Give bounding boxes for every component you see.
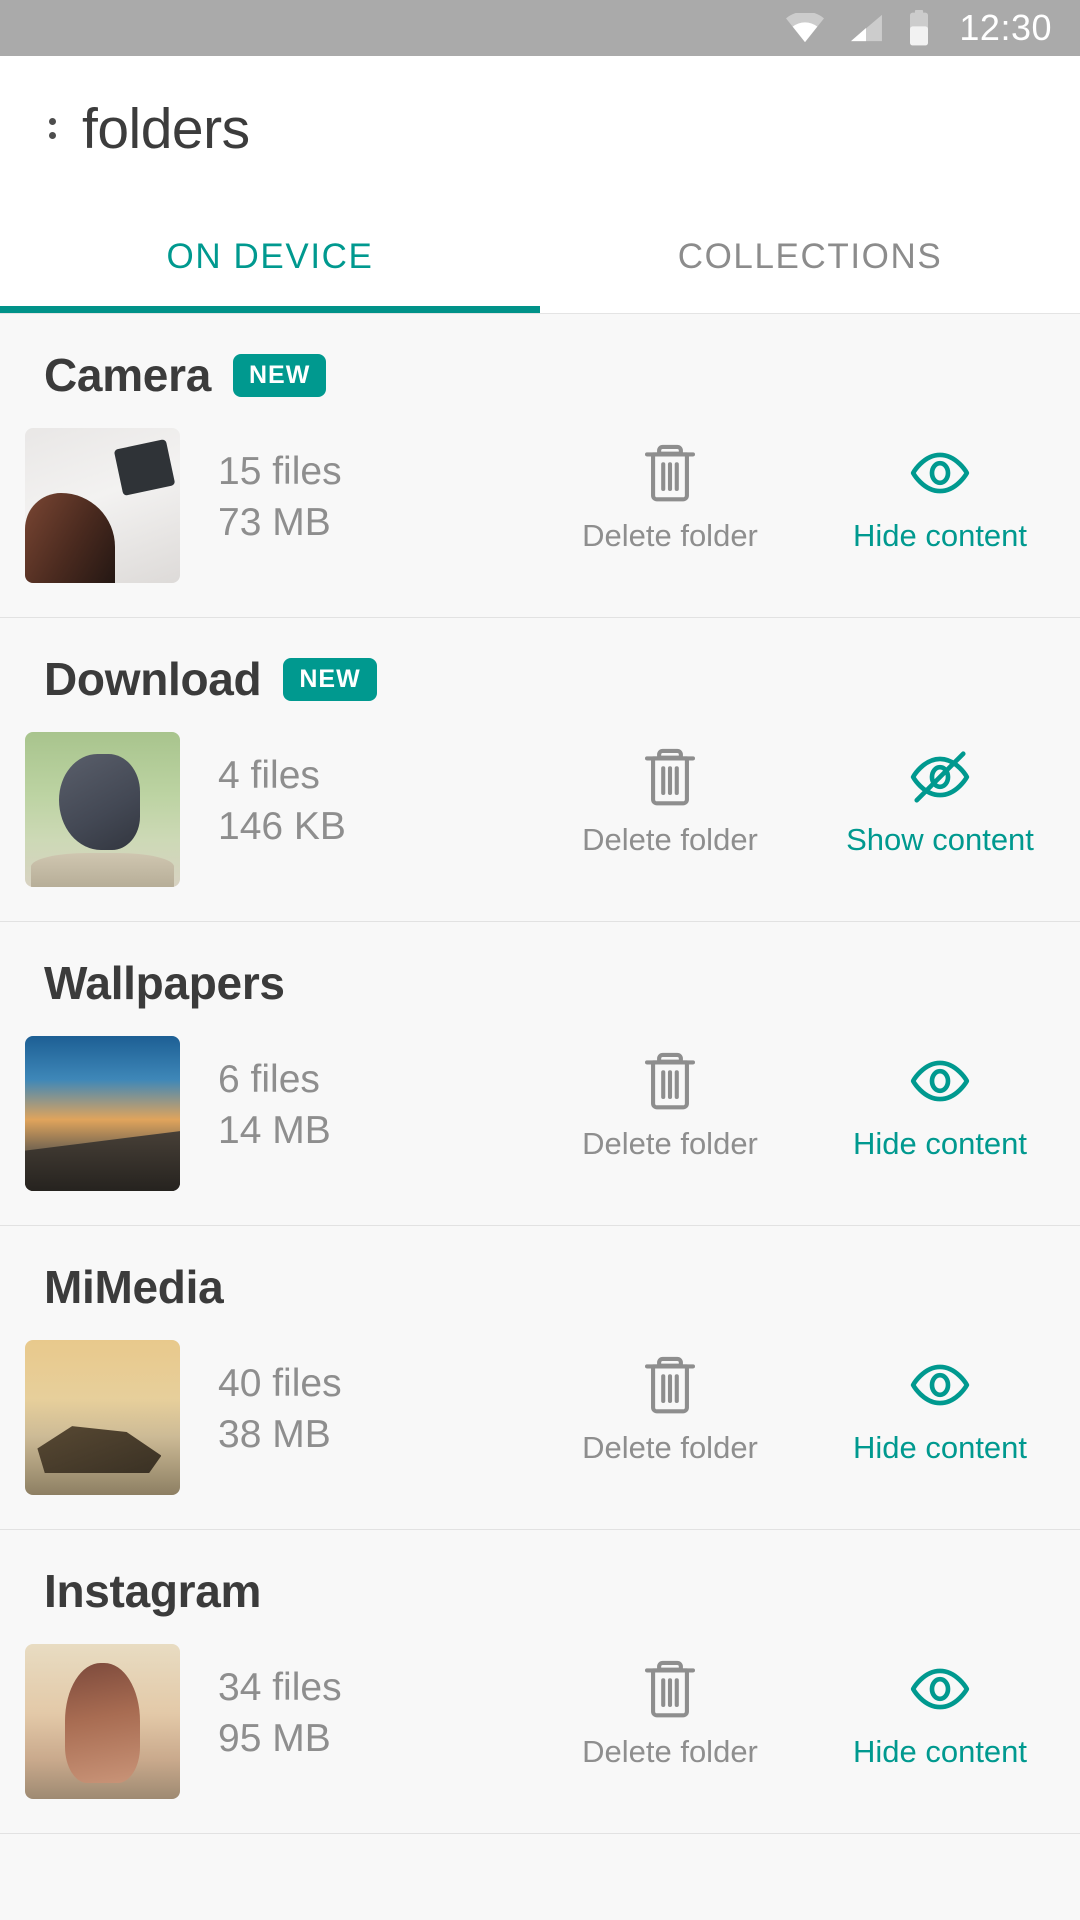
tab-active-indicator	[0, 306, 540, 313]
app-bar: folders	[0, 56, 1080, 201]
status-bar-clock: 12:30	[959, 7, 1052, 48]
folder-name: MiMedia	[44, 1261, 224, 1313]
folder-actions: Delete folder Show content	[468, 732, 1080, 858]
folder-size: 73 MB	[218, 501, 331, 545]
trash-icon	[641, 1046, 699, 1116]
toggle-visibility-button[interactable]: Hide content	[842, 1654, 1038, 1770]
delete-folder-label: Delete folder	[582, 1430, 758, 1465]
folder-meta: 40 files 38 MB	[218, 1340, 468, 1461]
delete-folder-button[interactable]: Delete folder	[572, 1350, 768, 1466]
toggle-visibility-button[interactable]: Show content	[842, 742, 1038, 858]
folder-body: 4 files 146 KB Delete folder Show conten…	[0, 732, 1080, 887]
wifi-icon	[785, 13, 825, 43]
tab-bar: ON DEVICE COLLECTIONS	[0, 201, 1080, 313]
trash-icon	[641, 1654, 699, 1724]
folder-size: 95 MB	[218, 1717, 331, 1761]
folder-body: 15 files 73 MB Delete folder Hide conten…	[0, 428, 1080, 583]
trash-icon	[641, 438, 699, 508]
overflow-menu-icon[interactable]	[44, 112, 60, 145]
toggle-visibility-button[interactable]: Hide content	[842, 1350, 1038, 1466]
cellular-signal-icon	[847, 13, 885, 43]
folder-name: Wallpapers	[44, 957, 285, 1009]
folder-header: Camera NEW	[0, 348, 1080, 402]
eye-off-icon	[909, 742, 971, 812]
file-count: 40 files	[218, 1362, 342, 1405]
toggle-visibility-label: Hide content	[852, 1734, 1028, 1769]
eye-icon	[909, 1046, 971, 1116]
toggle-visibility-label: Hide content	[852, 518, 1028, 553]
folder-actions: Delete folder Hide content	[468, 1036, 1080, 1162]
folder-meta: 15 files 73 MB	[218, 428, 468, 549]
folder-card[interactable]: Wallpapers 6 files 14 MB Delete folder H…	[0, 922, 1080, 1226]
trash-icon	[641, 1350, 699, 1420]
delete-folder-button[interactable]: Delete folder	[572, 1654, 768, 1770]
folder-name: Instagram	[44, 1565, 262, 1617]
folder-thumbnail[interactable]	[25, 428, 180, 583]
delete-folder-button[interactable]: Delete folder	[572, 438, 768, 554]
folder-header: Instagram	[0, 1564, 1080, 1618]
eye-icon	[909, 438, 971, 508]
delete-folder-button[interactable]: Delete folder	[572, 1046, 768, 1162]
delete-folder-label: Delete folder	[582, 518, 758, 553]
folder-card[interactable]: Download NEW 4 files 146 KB Delete folde…	[0, 618, 1080, 922]
file-count: 6 files	[218, 1058, 320, 1101]
folder-size: 14 MB	[218, 1109, 331, 1153]
folder-size: 146 KB	[218, 805, 346, 849]
battery-icon	[907, 10, 931, 46]
folder-thumbnail[interactable]	[25, 1644, 180, 1799]
toggle-visibility-button[interactable]: Hide content	[842, 438, 1038, 554]
folder-header: MiMedia	[0, 1260, 1080, 1314]
folder-card[interactable]: MiMedia 40 files 38 MB Delete folder Hid…	[0, 1226, 1080, 1530]
folder-actions: Delete folder Hide content	[468, 1340, 1080, 1466]
new-badge: NEW	[232, 353, 327, 397]
overflow-dot	[48, 118, 56, 125]
toggle-visibility-button[interactable]: Hide content	[842, 1046, 1038, 1162]
tab-collections[interactable]: COLLECTIONS	[540, 201, 1080, 313]
overflow-dot	[48, 132, 56, 139]
file-count: 15 files	[218, 450, 342, 493]
delete-folder-label: Delete folder	[582, 822, 758, 857]
folder-thumbnail[interactable]	[25, 1036, 180, 1191]
folder-thumbnail[interactable]	[25, 1340, 180, 1495]
folder-list[interactable]: Camera NEW 15 files 73 MB Delete folder …	[0, 313, 1080, 1920]
status-bar: 12:30	[0, 0, 1080, 56]
page-title: folders	[82, 96, 250, 161]
file-count: 4 files	[218, 754, 320, 797]
tab-on-device[interactable]: ON DEVICE	[0, 201, 540, 313]
folder-name: Download	[44, 653, 262, 705]
delete-folder-label: Delete folder	[582, 1126, 758, 1161]
new-badge: NEW	[283, 657, 377, 701]
folder-body: 40 files 38 MB Delete folder Hide conten…	[0, 1340, 1080, 1495]
folder-name: Camera	[44, 349, 211, 401]
folder-body: 34 files 95 MB Delete folder Hide conten…	[0, 1644, 1080, 1799]
toggle-visibility-label: Hide content	[852, 1430, 1028, 1465]
folder-meta: 34 files 95 MB	[218, 1644, 468, 1765]
folder-meta: 6 files 14 MB	[218, 1036, 468, 1157]
eye-icon	[909, 1350, 971, 1420]
folder-card[interactable]: Camera NEW 15 files 73 MB Delete folder …	[0, 314, 1080, 618]
folder-header: Wallpapers	[0, 956, 1080, 1010]
folder-actions: Delete folder Hide content	[468, 428, 1080, 554]
folder-card[interactable]: Instagram 34 files 95 MB Delete folder H…	[0, 1530, 1080, 1834]
folder-body: 6 files 14 MB Delete folder Hide content	[0, 1036, 1080, 1191]
delete-folder-label: Delete folder	[582, 1734, 758, 1769]
folder-size: 38 MB	[218, 1413, 331, 1457]
folder-actions: Delete folder Hide content	[468, 1644, 1080, 1770]
toggle-visibility-label: Show content	[846, 822, 1034, 857]
trash-icon	[641, 742, 699, 812]
folder-header: Download NEW	[0, 652, 1080, 706]
delete-folder-button[interactable]: Delete folder	[572, 742, 768, 858]
toggle-visibility-label: Hide content	[852, 1126, 1028, 1161]
file-count: 34 files	[218, 1666, 342, 1709]
eye-icon	[909, 1654, 971, 1724]
folder-meta: 4 files 146 KB	[218, 732, 468, 853]
folder-thumbnail[interactable]	[25, 732, 180, 887]
